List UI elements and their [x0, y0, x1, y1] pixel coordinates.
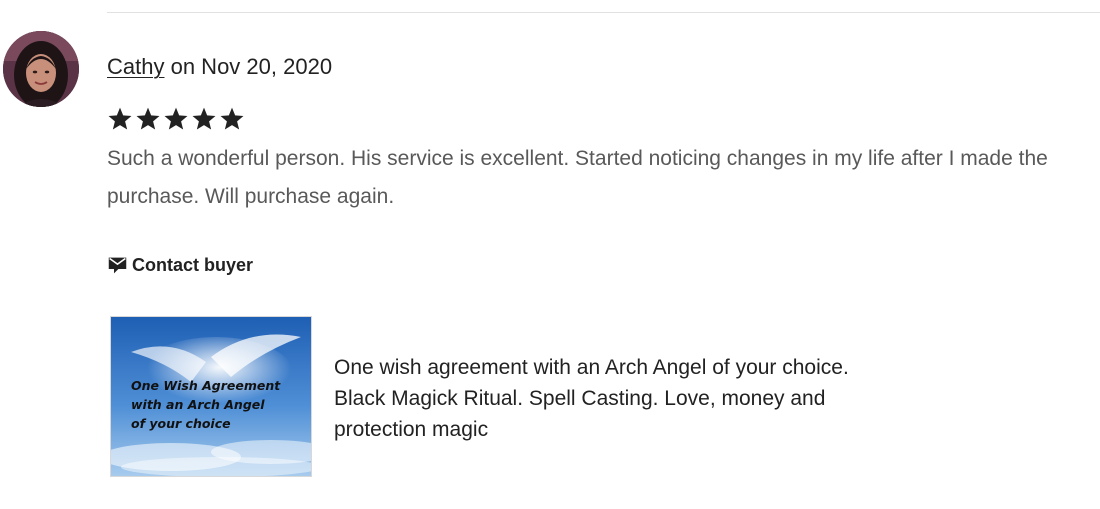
review-text: Such a wonderful person. His service is …: [107, 147, 1048, 208]
star-filled-icon: [220, 107, 244, 130]
message-icon: [108, 257, 127, 274]
caption-line: of your choice: [131, 416, 231, 431]
contact-buyer-button[interactable]: Contact buyer: [107, 255, 253, 276]
contact-buyer-label: Contact buyer: [132, 255, 254, 275]
star-filled-icon: [108, 107, 132, 130]
star-filled-icon: [192, 107, 216, 130]
star-filled-icon: [164, 107, 188, 130]
listing-image-caption: One Wish Agreement with an Arch Angel of…: [131, 376, 280, 433]
listing-title-line: Black Magick Ritual. Spell Casting. Love…: [334, 387, 826, 410]
reviewer-avatar[interactable]: [3, 31, 79, 107]
listing-title-link[interactable]: One wish agreement with an Arch Angel of…: [334, 352, 894, 445]
reviewer-name-link[interactable]: Cathy: [107, 54, 164, 79]
caption-line: One Wish Agreement: [131, 378, 281, 393]
star-rating: [107, 106, 245, 132]
listing-title-line: protection magic: [334, 418, 489, 441]
star-filled-icon: [136, 107, 160, 130]
caption-line: with an Arch Angel: [131, 397, 265, 412]
review-date: on Nov 20, 2020: [164, 54, 333, 79]
review-header: Cathy on Nov 20, 2020: [107, 52, 332, 82]
listing-title-line: One wish agreement with an Arch Angel of…: [334, 356, 849, 379]
top-divider: [107, 12, 1100, 13]
listing-image[interactable]: One Wish Agreement with an Arch Angel of…: [110, 316, 312, 477]
